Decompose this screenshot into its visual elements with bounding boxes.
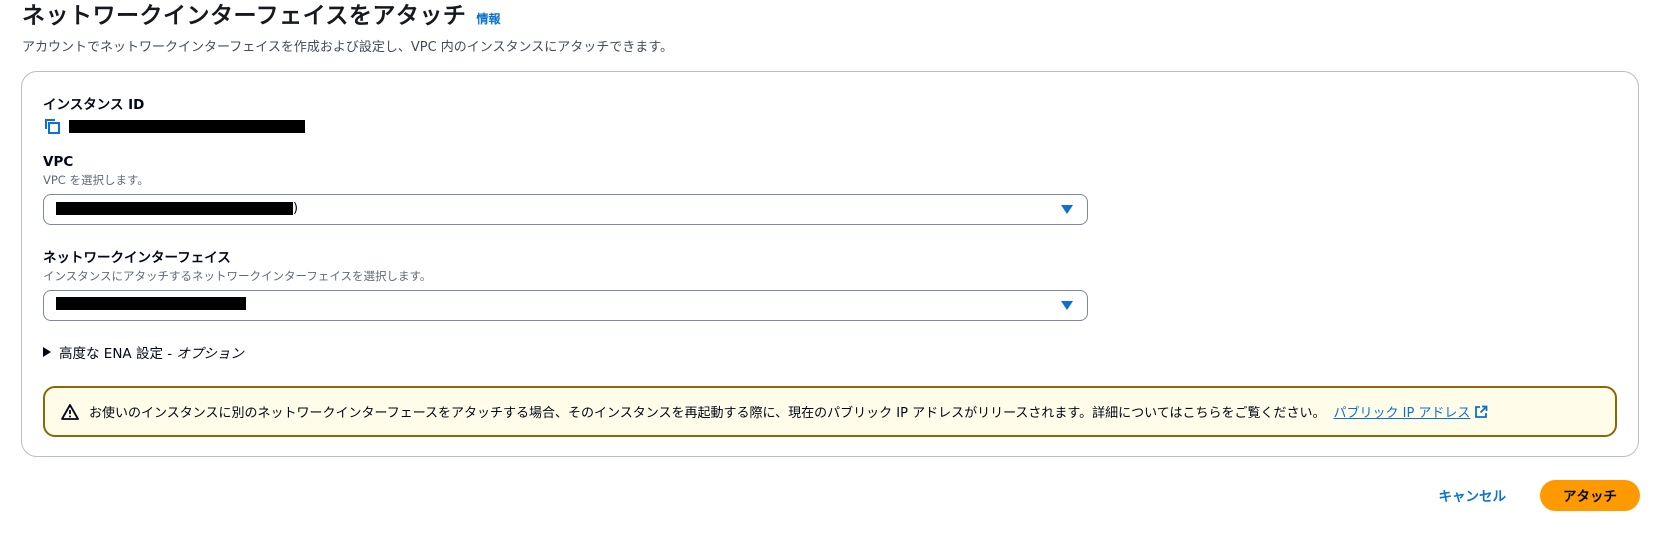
warning-alert: お使いのインスタンスに別のネットワークインターフェースをアタッチする場合、そのイ…	[43, 386, 1617, 437]
copy-icon[interactable]	[43, 117, 61, 135]
advanced-ena-settings-label: 高度な ENA 設定 - オプション	[59, 342, 244, 362]
form-actions: キャンセル アタッチ	[1435, 479, 1640, 511]
title-row: ネットワークインターフェイスをアタッチ 情報	[22, 0, 673, 32]
network-interface-description: インスタンスにアタッチするネットワークインターフェイスを選択します。	[43, 269, 432, 283]
vpc-selected-value: )	[56, 201, 298, 216]
vpc-value-redacted	[56, 202, 293, 215]
caret-right-icon	[43, 347, 51, 357]
page-description: アカウントでネットワークインターフェイスを作成および設定し、VPC 内のインスタ…	[22, 40, 673, 55]
vpc-field: VPC VPC を選択します。 )	[43, 154, 1088, 225]
network-interface-label: ネットワークインターフェイス	[43, 250, 231, 266]
advanced-ena-settings-toggle[interactable]: 高度な ENA 設定 - オプション	[43, 342, 244, 362]
caret-down-icon	[1061, 205, 1073, 214]
page-title: ネットワークインターフェイスをアタッチ	[22, 3, 467, 29]
network-interface-value-redacted	[56, 297, 246, 310]
vpc-description: VPC を選択します。	[43, 173, 149, 187]
instance-id-label: インスタンス ID	[43, 97, 145, 113]
cancel-button[interactable]: キャンセル	[1435, 479, 1511, 511]
vpc-label: VPC	[43, 154, 74, 170]
vpc-value-suffix: )	[293, 201, 299, 216]
attach-network-interface-page: ネットワークインターフェイスをアタッチ 情報 アカウントでネットワークインターフ…	[0, 0, 1666, 537]
warning-alert-text: お使いのインスタンスに別のネットワークインターフェースをアタッチする場合、そのイ…	[89, 406, 1326, 421]
public-ip-address-link-text: パブリック IP アドレス	[1333, 406, 1471, 421]
advanced-label-optional: オプション	[176, 346, 244, 362]
instance-id-field: インスタンス ID	[43, 93, 305, 135]
vpc-select[interactable]: )	[43, 194, 1088, 225]
network-interface-field: ネットワークインターフェイス インスタンスにアタッチするネットワークインターフェ…	[43, 246, 1088, 321]
info-link[interactable]: 情報	[476, 10, 500, 27]
external-link-icon	[1474, 405, 1488, 419]
warning-icon	[61, 403, 79, 421]
settings-card: インスタンス ID VPC VPC を選択します。 ) ネットワークインターフェ…	[21, 71, 1639, 457]
page-header: ネットワークインターフェイスをアタッチ 情報 アカウントでネットワークインターフ…	[22, 0, 673, 55]
instance-id-value-redacted	[69, 119, 305, 133]
attach-button[interactable]: アタッチ	[1540, 479, 1640, 511]
advanced-label-main: 高度な ENA 設定 -	[59, 346, 177, 362]
network-interface-select[interactable]	[43, 290, 1088, 321]
instance-id-value-row	[43, 117, 305, 135]
network-interface-selected-value	[56, 297, 246, 310]
caret-down-icon	[1061, 301, 1073, 310]
public-ip-address-link[interactable]: パブリック IP アドレス	[1333, 402, 1488, 421]
